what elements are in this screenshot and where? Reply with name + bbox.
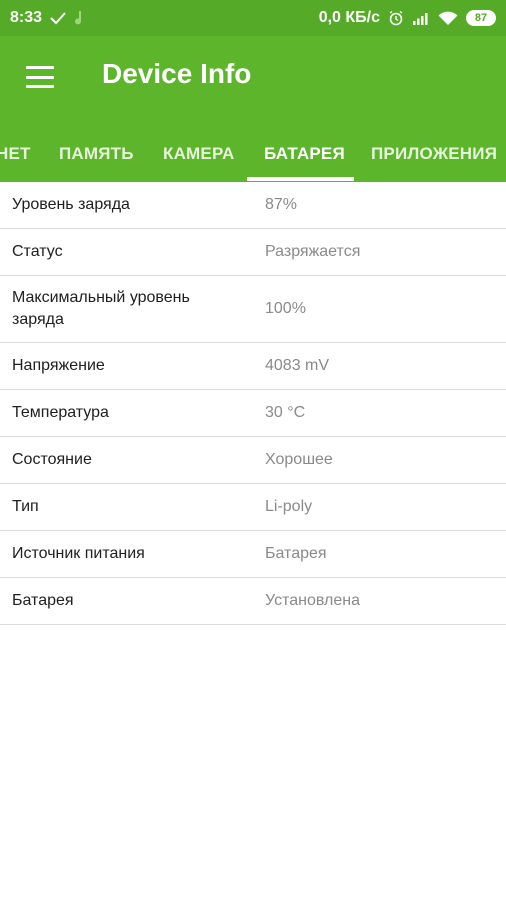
tab-battery[interactable]: БАТАРЕЯ	[264, 126, 345, 182]
alarm-icon	[388, 10, 404, 26]
row-label: Тип	[12, 498, 39, 515]
signal-icon	[412, 11, 430, 25]
battery-icon: 87	[466, 10, 496, 26]
status-bar: 8:33 0,0 КБ/с 87	[0, 0, 506, 36]
row-value: Установлена	[265, 592, 360, 609]
row-value: Хорошее	[265, 451, 333, 468]
row-value: Батарея	[265, 545, 327, 562]
list-item: Температура 30 °C	[0, 390, 506, 437]
row-value: Li-poly	[265, 498, 313, 515]
app-bar: Device Info НЕТ ПАМЯТЬ КАМЕРА БАТАРЕЯ ПР…	[0, 36, 506, 182]
list-item: Тип Li-poly	[0, 484, 506, 531]
row-value: Разряжается	[265, 243, 361, 260]
row-label: Состояние	[12, 451, 92, 468]
row-label: Уровень заряда	[12, 196, 130, 213]
check-icon	[50, 11, 66, 25]
network-speed: 0,0 КБ/с	[318, 9, 380, 26]
music-note-icon	[74, 10, 86, 26]
list-item: Статус Разряжается	[0, 229, 506, 276]
list-item: Источник питания Батарея	[0, 531, 506, 578]
list-item: Уровень заряда 87%	[0, 182, 506, 229]
row-value: 100%	[265, 300, 306, 317]
hamburger-menu-icon[interactable]	[26, 66, 54, 88]
row-label: Батарея	[12, 592, 74, 609]
tab-camera[interactable]: КАМЕРА	[163, 126, 234, 182]
battery-info-list: Уровень заряда 87% Статус Разряжается Ма…	[0, 182, 506, 625]
page-title: Device Info	[102, 58, 252, 89]
battery-level: 87	[474, 11, 488, 24]
row-label: Источник питания	[12, 545, 145, 562]
active-tab-indicator	[247, 177, 354, 181]
wifi-icon	[438, 11, 458, 26]
list-item: Батарея Установлена	[0, 578, 506, 625]
status-bar-right: 0,0 КБ/с 87	[319, 9, 496, 27]
row-value: 4083 mV	[265, 357, 330, 374]
tab-network[interactable]: НЕТ	[0, 126, 31, 182]
tab-apps[interactable]: ПРИЛОЖЕНИЯ	[371, 126, 497, 182]
list-item: Напряжение 4083 mV	[0, 343, 506, 390]
list-item: Состояние Хорошее	[0, 437, 506, 484]
status-bar-left: 8:33	[10, 9, 86, 27]
tab-bar: НЕТ ПАМЯТЬ КАМЕРА БАТАРЕЯ ПРИЛОЖЕНИЯ	[0, 126, 506, 182]
row-label: Напряжение	[12, 357, 105, 374]
tab-memory[interactable]: ПАМЯТЬ	[59, 126, 134, 182]
row-label: Максимальный уровень заряда	[12, 289, 190, 328]
row-value: 87%	[265, 196, 298, 213]
row-label: Статус	[12, 243, 63, 260]
row-label: Температура	[12, 404, 109, 421]
list-item: Максимальный уровень заряда 100%	[0, 276, 506, 343]
row-value: 30 °C	[265, 404, 306, 421]
status-time: 8:33	[10, 9, 43, 26]
